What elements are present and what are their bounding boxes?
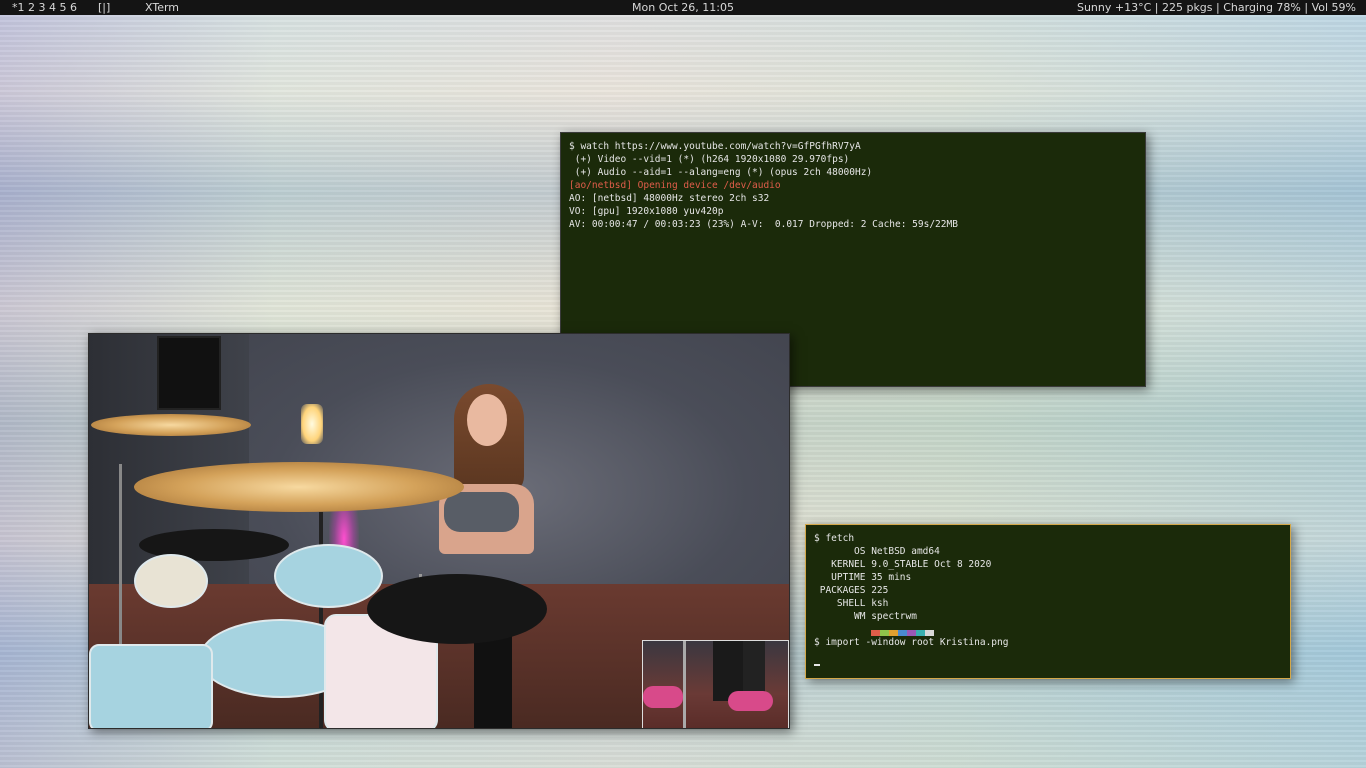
terminal-line: AV: 00:00:47 / 00:03:23 (23%) A-V: 0.017… [569,219,958,230]
color-palette [814,623,1282,636]
terminal-line: $ fetch [814,533,855,544]
color-swatch [925,629,934,636]
top-status-bar: *1 2 3 4 5 6 [|] XTerm Mon Oct 26, 11:05… [0,0,1366,15]
terminal-line: (+) Video --vid=1 (*) (h264 1920x1080 29… [569,154,850,165]
color-swatch [862,629,871,636]
video-player-window[interactable] [88,333,790,729]
pink-shoe [728,691,773,711]
terminal-line-error: [ao/netbsd] Opening device /dev/audio [569,180,781,191]
fetch-terminal-window[interactable]: $ fetch OS NetBSD amd64 KERNEL 9.0_STABL… [805,524,1291,679]
terminal-prompt[interactable] [814,649,1282,666]
terminal-line: $ watch https://www.youtube.com/watch?v=… [569,141,861,152]
floor-drum [89,644,213,728]
terminal-line: PACKAGES 225 [814,585,889,596]
pink-shoe [643,686,683,708]
cymbal [134,462,464,512]
terminal-line: WM spectrwm [814,611,917,622]
color-swatches [862,627,934,636]
terminal-line: VO: [gpu] 1920x1080 yuv420p [569,206,724,217]
cymbal [91,414,251,436]
cymbal-stand [119,464,122,644]
color-swatch [871,629,880,636]
terminal-line: UPTIME 35 mins [814,572,912,583]
terminal-line: (+) Audio --aid=1 --alang=eng (*) (opus … [569,167,873,178]
terminal-line: $ import -window root Kristina.png [814,637,1009,648]
terminal-line: SHELL ksh [814,598,889,609]
pedal-stand [683,641,686,728]
tom-drum [274,544,383,608]
video-scene-lamp [301,404,323,444]
color-swatch [907,629,916,636]
terminal-line: KERNEL 9.0_STABLE Oct 8 2020 [814,559,992,570]
black-cymbal [367,574,547,644]
text-cursor [814,664,820,666]
picture-in-picture-inset [642,640,789,728]
drummer-leg [743,641,765,696]
drummer-top [444,492,519,532]
color-swatch [889,629,898,636]
color-swatch [880,629,889,636]
drummer-face [467,394,507,446]
video-scene-poster [157,336,221,410]
terminal-line: OS NetBSD amd64 [814,546,940,557]
terminal-line: AO: [netbsd] 48000Hz stereo 2ch s32 [569,193,770,204]
system-status: Sunny +13°C | 225 pkgs | Charging 78% | … [1076,1,1356,14]
color-swatch [916,629,925,636]
color-swatch [898,629,907,636]
drummer-leg [474,634,512,728]
bass-drum [134,554,208,608]
